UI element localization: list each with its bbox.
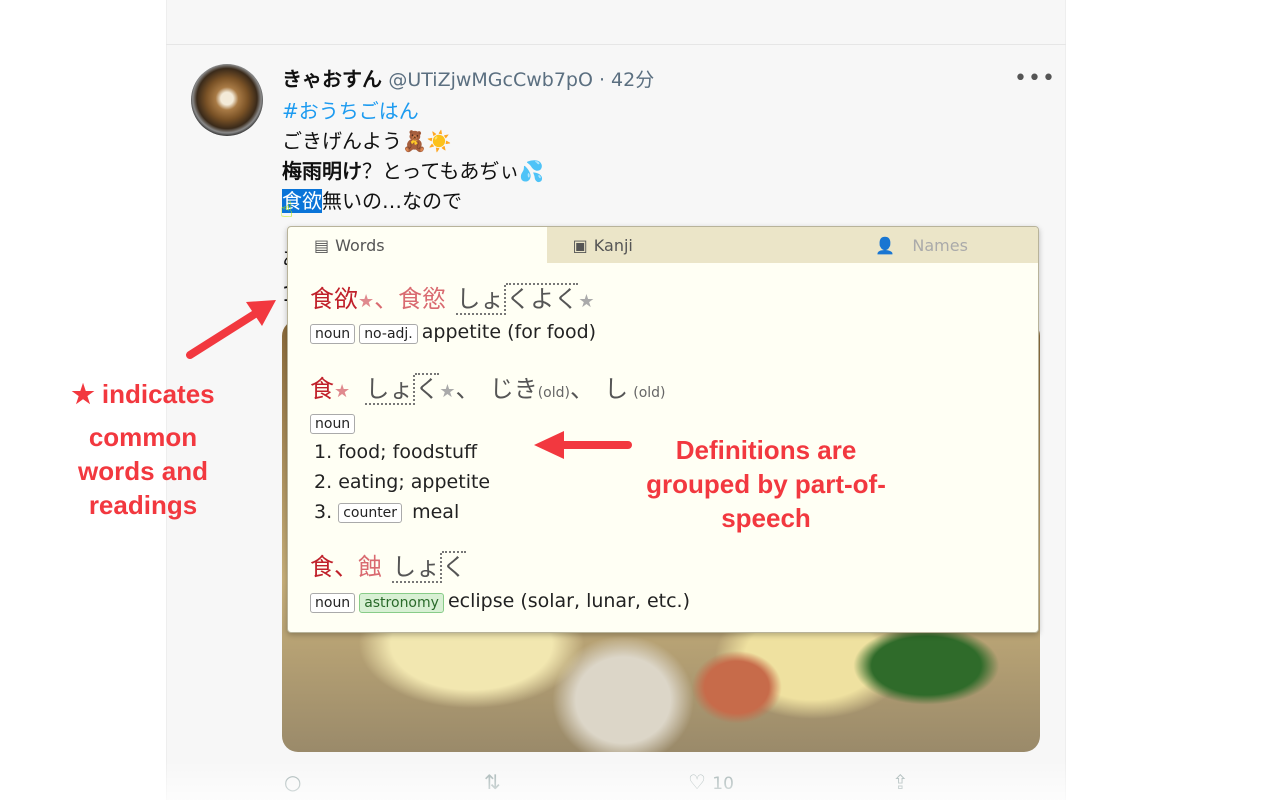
annotation-line: words and [77, 456, 208, 486]
annotation-line: grouped by part-of- [646, 469, 886, 499]
annotation-line: Definitions are [675, 435, 857, 465]
annotation-line: readings [88, 490, 198, 520]
arrow-left-annotation [186, 300, 276, 359]
annotation-line: speech [721, 503, 811, 533]
annotation-pos: Definitions are grouped by part-of- spee… [600, 433, 932, 535]
annotation-line: common [88, 422, 198, 452]
annotation-common: ★ indicates common words and readings [40, 377, 246, 522]
annotation-line: ★ indicates [71, 379, 215, 409]
